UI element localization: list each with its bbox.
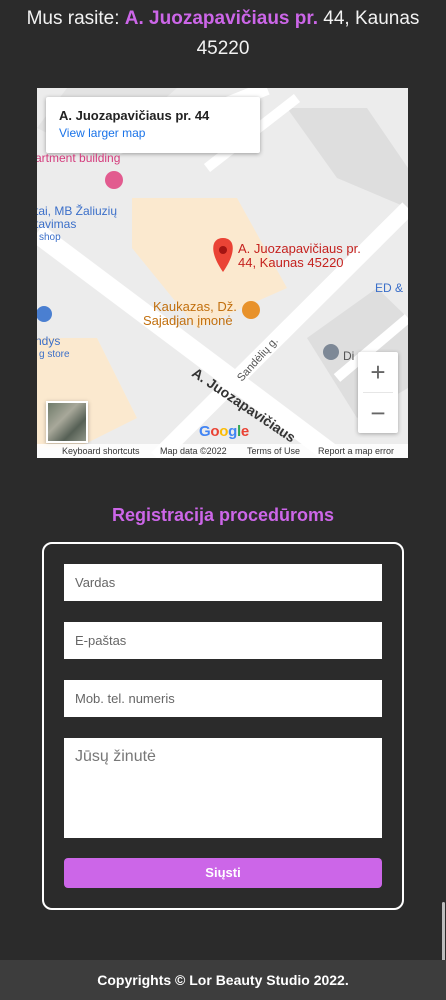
- phone-input[interactable]: Mob. tel. numeris: [64, 680, 382, 717]
- email-input[interactable]: E-paštas: [64, 622, 382, 659]
- map-label-ed: ED &: [375, 281, 404, 295]
- report-map-error-link[interactable]: Report a map error: [318, 444, 394, 458]
- map-info-card: A. Juozapavičiaus pr. 44 View larger map: [46, 97, 260, 153]
- map-label-shop1-line3: shop: [39, 232, 61, 243]
- form-title: Registracija procedūroms: [111, 505, 335, 525]
- map-label-pin-line2: 44, Kaunas 45220: [238, 255, 344, 270]
- map-card-title: A. Juozapavičiaus pr. 44: [59, 108, 210, 123]
- address-street[interactable]: A. Juozapavičiaus pr.: [125, 8, 318, 29]
- map-label-restaurant-line1: Kaukazas, Dž.: [153, 299, 237, 314]
- address-prefix: Mus rasite:: [26, 8, 125, 29]
- map-label-pin-line1: A. Juozapavičiaus pr.: [238, 241, 361, 256]
- copyright-text: Copyrights © Lor Beauty Studio 2022.: [97, 972, 349, 988]
- view-larger-map-link[interactable]: View larger map: [59, 124, 247, 142]
- map-zoom-controls: + −: [358, 352, 398, 433]
- map-label-restaurant-line2: Sajadjan įmonė: [143, 313, 233, 328]
- map-label-shop2-line2: g store: [39, 349, 70, 360]
- map-data-text: Map data ©2022: [160, 446, 227, 456]
- name-input[interactable]: Vardas: [64, 564, 382, 601]
- zoom-in-button[interactable]: +: [358, 352, 398, 392]
- satellite-toggle-thumbnail[interactable]: [46, 401, 88, 443]
- map-label-apartment: artment building: [37, 151, 121, 165]
- message-textarea[interactable]: Jūsų žinutė: [64, 738, 382, 838]
- map-attribution-bar: Keyboard shortcuts Map data ©2022 Terms …: [37, 444, 408, 458]
- map-label-di: Di: [343, 349, 355, 363]
- submit-button[interactable]: Siųsti: [64, 858, 382, 888]
- terms-of-use-link[interactable]: Terms of Use: [247, 444, 300, 458]
- zoom-out-button[interactable]: −: [358, 393, 398, 433]
- embedded-map[interactable]: A. Juozapavičiaus pr. 44 View larger map…: [37, 88, 408, 458]
- google-logo: Google: [199, 423, 249, 440]
- keyboard-shortcuts-link[interactable]: Keyboard shortcuts: [62, 444, 140, 458]
- page-footer: Copyrights © Lor Beauty Studio 2022.: [0, 960, 446, 1000]
- map-label-shop1-line2: tavimas: [37, 217, 77, 231]
- address-line: Mus rasite: A. Juozapavičiaus pr. 44, Ka…: [0, 4, 446, 64]
- map-label-shop2-line1: ndys: [37, 334, 61, 348]
